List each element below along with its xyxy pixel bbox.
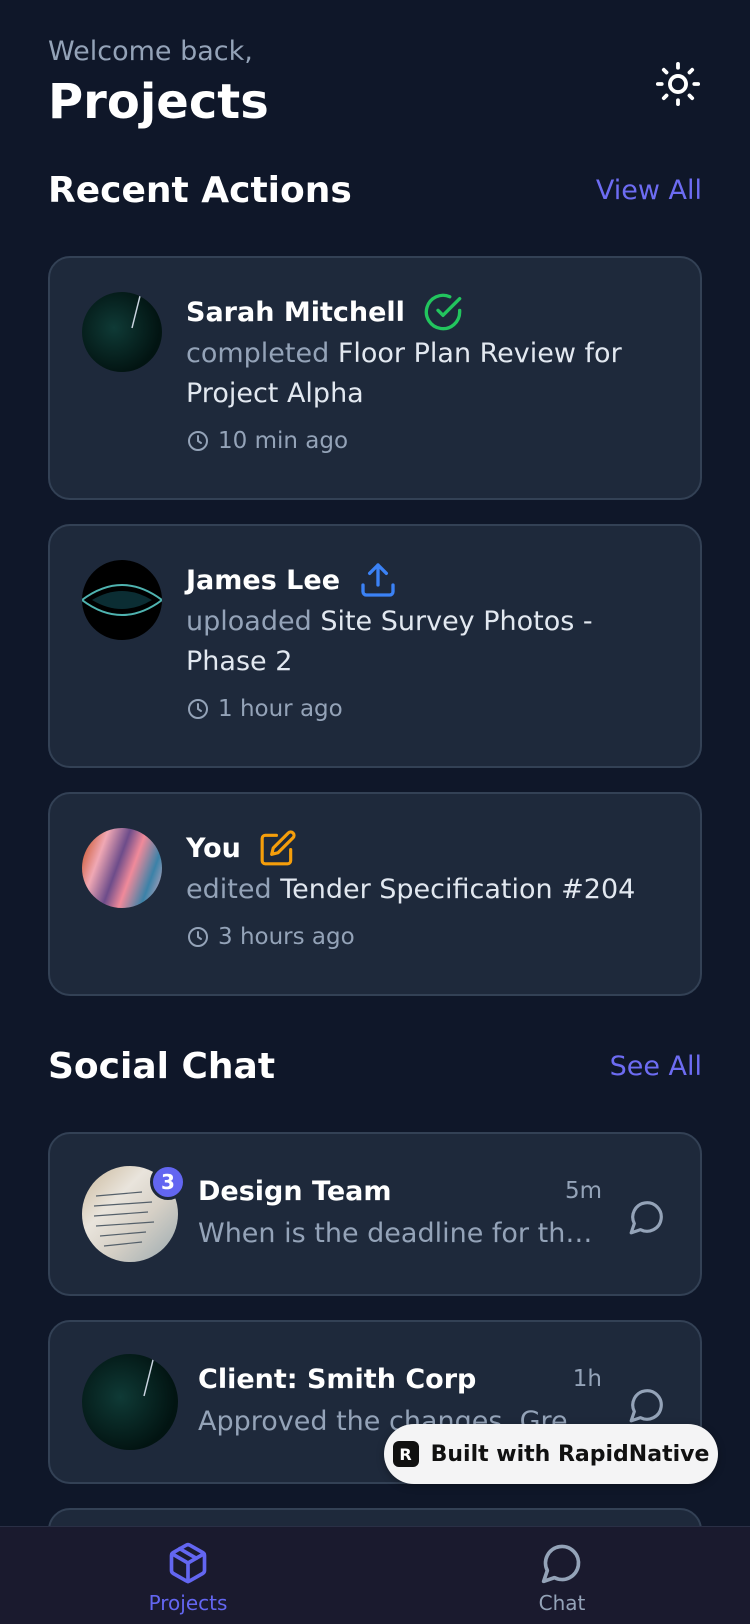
view-all-link[interactable]: View All xyxy=(596,175,702,206)
chat-time: 1h xyxy=(572,1366,602,1392)
avatar xyxy=(82,828,162,908)
rapidnative-logo-icon: R xyxy=(392,1441,419,1467)
built-with-text: Built with RapidNative xyxy=(430,1441,710,1467)
chat-bubble-icon xyxy=(541,1544,581,1584)
cube-icon xyxy=(169,1542,207,1584)
chat-bubble-icon[interactable] xyxy=(628,1198,666,1236)
avatar xyxy=(82,1354,178,1450)
edit-icon xyxy=(260,830,296,866)
check-circle-icon xyxy=(424,293,462,331)
clock-icon xyxy=(188,431,208,451)
chat-name: Client: Smith Corp xyxy=(198,1363,477,1395)
action-card[interactable]: You edited Tender Specification #204 3 h… xyxy=(48,792,702,996)
action-time-text: 1 hour ago xyxy=(218,696,343,722)
action-time: 1 hour ago xyxy=(186,696,670,722)
theme-toggle-button[interactable] xyxy=(654,60,702,108)
section-title-recent: Recent Actions xyxy=(48,170,352,211)
avatar xyxy=(82,560,162,640)
tab-projects[interactable]: Projects xyxy=(88,1541,288,1615)
chat-time: 5m xyxy=(564,1178,602,1204)
unread-badge: 3 xyxy=(150,1164,186,1200)
action-time-text: 3 hours ago xyxy=(218,924,355,950)
clock-icon xyxy=(188,927,208,947)
action-subject: Tender Specification #204 xyxy=(280,874,636,905)
tab-chat[interactable]: Chat xyxy=(462,1541,662,1615)
action-user-name: James Lee xyxy=(186,564,341,596)
see-all-link[interactable]: See All xyxy=(610,1051,702,1082)
chat-bubble-icon[interactable] xyxy=(628,1386,666,1424)
avatar xyxy=(82,292,162,372)
page-title: Projects xyxy=(48,74,269,130)
action-verb: uploaded xyxy=(186,606,312,637)
tab-label: Chat xyxy=(538,1591,586,1615)
action-time-text: 10 min ago xyxy=(218,428,349,454)
action-description: uploaded Site Survey Photos - Phase 2 xyxy=(186,602,670,682)
recent-actions-header: Recent Actions View All xyxy=(48,170,702,211)
action-time: 3 hours ago xyxy=(186,924,670,950)
header: Welcome back, Projects xyxy=(48,34,702,134)
chat-card[interactable]: 3 Design Team 5m When is the deadline fo… xyxy=(48,1132,702,1296)
action-time: 10 min ago xyxy=(186,428,670,454)
clock-icon xyxy=(188,699,208,719)
welcome-text: Welcome back, xyxy=(48,36,253,67)
chat-message: When is the deadline for the revised dra… xyxy=(198,1218,602,1249)
action-card[interactable]: James Lee uploaded Site Survey Photos - … xyxy=(48,524,702,768)
action-user-name: You xyxy=(186,832,241,864)
chat-name: Design Team xyxy=(198,1175,392,1207)
sun-icon xyxy=(655,61,701,107)
action-verb: completed xyxy=(186,338,330,369)
section-title-social: Social Chat xyxy=(48,1046,276,1087)
action-card[interactable]: Sarah Mitchell completed Floor Plan Revi… xyxy=(48,256,702,500)
action-description: completed Floor Plan Review for Project … xyxy=(186,334,670,414)
built-with-badge[interactable]: R Built with RapidNative xyxy=(384,1424,718,1484)
tab-label: Projects xyxy=(148,1591,228,1615)
action-user-name: Sarah Mitchell xyxy=(186,296,405,328)
bottom-tab-bar: Projects Chat xyxy=(0,1526,750,1624)
upload-icon xyxy=(361,563,395,597)
action-description: edited Tender Specification #204 xyxy=(186,870,670,910)
social-chat-header: Social Chat See All xyxy=(48,1046,702,1087)
action-verb: edited xyxy=(186,874,272,905)
